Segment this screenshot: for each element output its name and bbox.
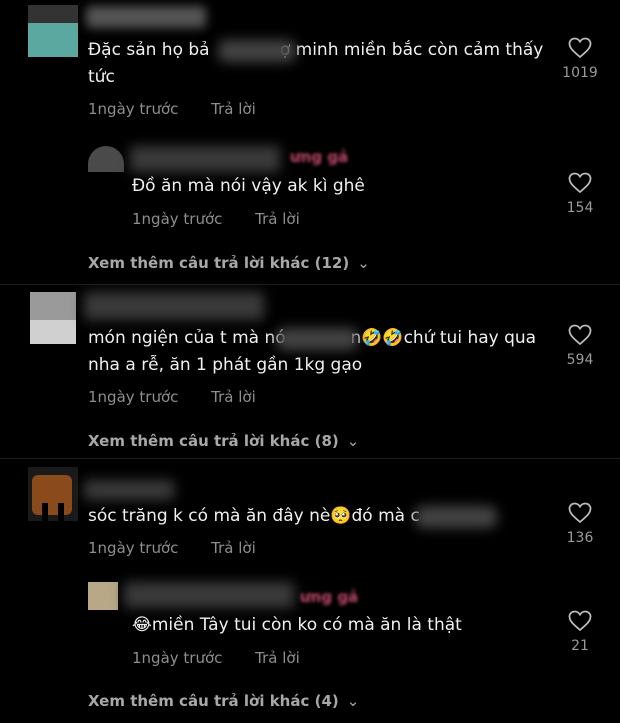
username-redacted (86, 6, 206, 28)
chevron-down-icon: ⌄ (357, 254, 370, 272)
username-redacted (124, 582, 294, 608)
comment-text: 😂miền Tây tui còn ko có mà ăn là thật (132, 615, 462, 635)
like-button[interactable]: 594 (560, 324, 600, 368)
timestamp: 1ngày trước (132, 649, 223, 667)
avatar[interactable] (88, 146, 124, 172)
timestamp: 1ngày trước (88, 539, 179, 557)
reply-button[interactable]: Trả lời (255, 210, 300, 228)
redaction-blur (276, 328, 358, 350)
chevron-down-icon: ⌄ (346, 432, 360, 450)
like-count: 1019 (562, 65, 598, 81)
heart-outline-icon (568, 37, 592, 59)
like-count: 21 (571, 638, 589, 654)
timestamp: 1ngày trước (132, 210, 223, 228)
chevron-down-icon: ⌄ (346, 692, 360, 710)
like-button[interactable]: 154 (560, 172, 600, 216)
heart-outline-icon (568, 502, 592, 524)
avatar[interactable] (88, 582, 118, 610)
heart-outline-icon (568, 324, 592, 346)
username-fragment: ưng gả (290, 148, 349, 166)
username-redacted (130, 146, 280, 172)
username-redacted (84, 480, 174, 500)
view-more-replies[interactable]: Xem thêm câu trả lời khác (12) ⌄ (88, 254, 370, 272)
reply-button[interactable]: Trả lời (211, 388, 256, 406)
comment-meta: 1ngày trước Trả lời (88, 388, 284, 406)
comment-text: Đồ ăn mà nói vậy ak kì ghê (132, 176, 365, 196)
avatar[interactable] (28, 467, 78, 521)
reply-button[interactable]: Trả lời (211, 539, 256, 557)
comment-text: Đặc sản họ bả ợ minh miền bắc còn cảm th… (88, 40, 549, 87)
timestamp: 1ngày trước (88, 388, 179, 406)
redaction-blur (415, 506, 497, 528)
view-more-replies[interactable]: Xem thêm câu trả lời khác (4) ⌄ (88, 692, 359, 710)
divider (0, 458, 620, 459)
comment-meta: 1ngày trước Trả lời (88, 100, 284, 118)
heart-outline-icon (568, 172, 592, 194)
reply-button[interactable]: Trả lời (255, 649, 300, 667)
like-count: 136 (566, 530, 594, 546)
like-count: 594 (566, 352, 594, 368)
avatar[interactable] (28, 5, 78, 57)
like-count: 154 (566, 200, 594, 216)
reply-button[interactable]: Trả lời (211, 100, 256, 118)
avatar[interactable] (30, 292, 76, 344)
comment-meta: 1ngày trước Trả lời (132, 210, 328, 228)
username-fragment: ưng gả (300, 588, 359, 606)
heart-outline-icon (568, 610, 592, 632)
comment-meta: 1ngày trước Trả lời (132, 649, 328, 667)
like-button[interactable]: 1019 (560, 37, 600, 81)
username-redacted (84, 292, 264, 320)
comment-meta: 1ngày trước Trả lời (88, 539, 284, 557)
redaction-blur (218, 40, 296, 62)
timestamp: 1ngày trước (88, 100, 179, 118)
view-more-replies[interactable]: Xem thêm câu trả lời khác (8) ⌄ (88, 432, 359, 450)
like-button[interactable]: 21 (560, 610, 600, 654)
like-button[interactable]: 136 (560, 502, 600, 546)
divider (0, 284, 620, 285)
